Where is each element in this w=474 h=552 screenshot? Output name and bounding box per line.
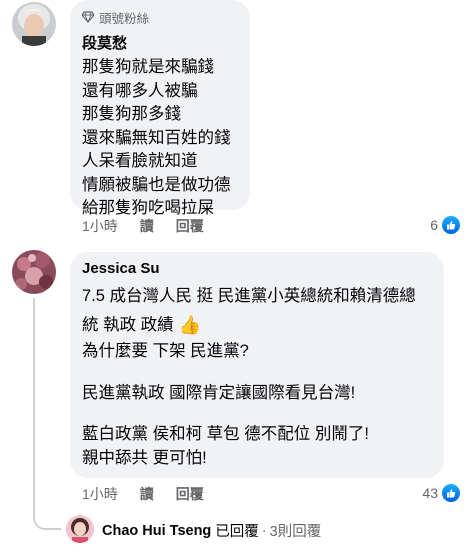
reply-status: 已回覆 bbox=[215, 524, 259, 540]
comment-actions: 1小時 讀 回覆 bbox=[82, 216, 226, 236]
comment-bubble: 頭號粉絲 段莫愁 那隻狗就是來騙錢 還有哪多人被騙 那隻狗那多錢 還來騙無知百姓… bbox=[70, 0, 250, 217]
avatar[interactable] bbox=[66, 515, 94, 543]
comment-text-line: 藍白政黨 侯和柯 草包 德不配位 別鬧了! bbox=[82, 425, 369, 443]
thread-line bbox=[33, 298, 35, 518]
reaction-count[interactable]: 6 bbox=[430, 216, 460, 234]
comment-text-line: 還來騙無知百姓的錢 bbox=[82, 128, 231, 147]
separator-dot: · bbox=[261, 522, 267, 539]
comment-text-line: 情願被騙也是做功德 bbox=[82, 175, 231, 194]
comment-text-line bbox=[82, 405, 416, 423]
comment-text-line: 那隻狗那多錢 bbox=[82, 105, 181, 123]
reaction-count[interactable]: 43 bbox=[422, 484, 460, 502]
reaction-number: 43 bbox=[422, 485, 438, 501]
top-fan-badge[interactable]: 頭號粉絲 bbox=[82, 8, 231, 26]
avatar[interactable] bbox=[12, 250, 56, 294]
diamond-icon bbox=[82, 11, 94, 23]
thread-connector bbox=[33, 500, 61, 530]
read-button[interactable]: 讀 bbox=[140, 484, 154, 504]
reply-button[interactable]: 回覆 bbox=[176, 484, 204, 504]
like-icon bbox=[442, 216, 460, 234]
avatar[interactable] bbox=[12, 2, 56, 46]
reply-count[interactable]: 3則回覆 bbox=[270, 520, 322, 541]
view-replies-link[interactable]: Chao Hui Tseng 已回覆 · 3則回覆 bbox=[102, 520, 321, 541]
reply-button[interactable]: 回覆 bbox=[176, 216, 204, 236]
comment-author[interactable]: 段莫愁 bbox=[82, 32, 231, 53]
comment-text-line: 統 執政 政績 👍 bbox=[82, 310, 416, 340]
reply-author[interactable]: Chao Hui Tseng bbox=[102, 523, 211, 539]
comment-text-line: 為什麼要 下架 民進黨? bbox=[82, 342, 249, 360]
comment-timestamp[interactable]: 1小時 bbox=[82, 216, 118, 236]
comment-text-line: 那隻狗就是來騙錢 bbox=[82, 58, 214, 76]
comment-text-line bbox=[82, 364, 416, 382]
comment-text-line: 民進黨執政 國際肯定讓國際看見台灣! bbox=[82, 383, 356, 402]
comment-text-line: 7.5 成台灣人民 挺 民進黨小英總統和賴清德總 bbox=[82, 287, 416, 305]
comment-timestamp[interactable]: 1小時 bbox=[82, 484, 118, 504]
badge-label: 頭號粉絲 bbox=[99, 11, 150, 26]
comment-text-line: 還有哪多人被騙 bbox=[82, 81, 198, 100]
comment-actions: 1小時 讀 回覆 bbox=[82, 484, 226, 504]
comment-text-line: 人呆看臉就知道 bbox=[82, 152, 198, 170]
comment-text-line: 親中舔共 更可怕! bbox=[82, 448, 207, 467]
like-icon bbox=[442, 484, 460, 502]
thumbs-up-emoji: 👍 bbox=[178, 315, 202, 335]
comment-author[interactable]: Jessica Su bbox=[82, 260, 416, 277]
read-button[interactable]: 讀 bbox=[140, 216, 154, 236]
comment-bubble: Jessica Su 7.5 成台灣人民 挺 民進黨小英總統和賴清德總 統 執政… bbox=[70, 252, 444, 478]
reaction-number: 6 bbox=[430, 217, 438, 233]
